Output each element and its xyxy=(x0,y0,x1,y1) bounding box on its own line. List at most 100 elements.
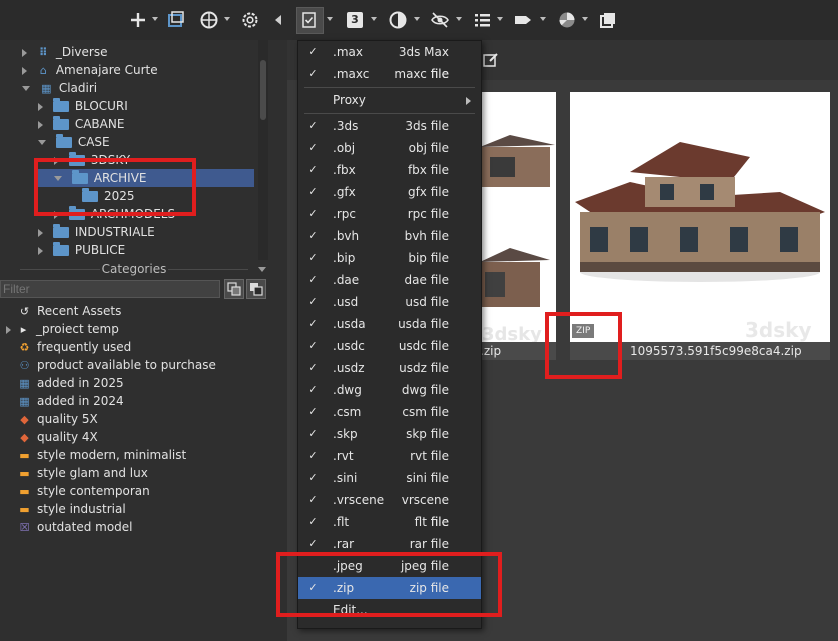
checklist-dropdown-caret[interactable] xyxy=(327,17,333,21)
menu-item-fbx[interactable]: ✓ .fbx fbx file xyxy=(298,159,481,181)
menu-item-rpc[interactable]: ✓ .rpc rpc file xyxy=(298,203,481,225)
category-item[interactable]: ◆ quality 5X xyxy=(18,410,98,428)
menu-item-vrscene[interactable]: ✓ .vrscene vrscene file xyxy=(298,489,481,529)
tree-item-cabane[interactable]: CABANE xyxy=(38,115,124,133)
menu-item-dae[interactable]: ✓ .dae dae file xyxy=(298,269,481,291)
list-dropdown-caret[interactable] xyxy=(497,17,503,21)
menu-item-description: bip file xyxy=(408,251,449,265)
category-item[interactable]: ◆ quality 4X xyxy=(18,428,97,446)
pie-icon[interactable] xyxy=(557,10,577,30)
category-item[interactable]: ▦ added in 2024 xyxy=(18,392,123,410)
tag-icon[interactable] xyxy=(513,10,533,30)
category-label: frequently used xyxy=(37,340,132,354)
plus-icon[interactable] xyxy=(128,10,148,30)
category-item[interactable]: ▬ style glam and lux xyxy=(18,464,148,482)
edit-icon[interactable] xyxy=(483,52,499,68)
expand-arrow-icon[interactable] xyxy=(6,325,11,334)
menu-item-sini[interactable]: ✓ .sini sini file xyxy=(298,467,481,489)
plus-dropdown-caret[interactable] xyxy=(152,17,158,21)
expand-arrow-icon[interactable] xyxy=(22,66,27,75)
tree-item-publice[interactable]: PUBLICE xyxy=(38,241,125,259)
menu-item-bip[interactable]: ✓ .bip bip file xyxy=(298,247,481,269)
filter-option-button-2[interactable] xyxy=(246,279,266,299)
half-circle-icon[interactable] xyxy=(388,10,408,30)
half-circle-dropdown-caret[interactable] xyxy=(414,17,420,21)
checklist-button[interactable] xyxy=(296,7,324,34)
category-item[interactable]: ▬ style contemporan xyxy=(18,482,149,500)
menu-item-3ds[interactable]: ✓ .3ds 3ds file xyxy=(298,115,481,137)
asset-thumbnail[interactable]: 3dsky xyxy=(480,92,556,345)
menu-item-flt[interactable]: ✓ .flt flt file xyxy=(298,511,481,533)
menu-item-usdc[interactable]: ✓ .usdc usdc file xyxy=(298,335,481,357)
category-item[interactable]: ▬ style industrial xyxy=(18,500,125,518)
checkmark-icon: ✓ xyxy=(308,449,318,462)
tree-item-case[interactable]: CASE xyxy=(38,133,110,151)
category-item[interactable]: ▬ style modern, minimalist xyxy=(18,446,186,464)
tree-item-label: INDUSTRIALE xyxy=(74,225,155,239)
gear-icon[interactable] xyxy=(240,10,260,30)
scroll-thumb[interactable] xyxy=(260,60,266,120)
tree-item-diverse[interactable]: ⠿ _Diverse xyxy=(22,43,107,61)
expand-arrow-icon[interactable] xyxy=(22,48,27,57)
menu-item-gfx[interactable]: ✓ .gfx gfx file xyxy=(298,181,481,203)
collapse-arrow-icon[interactable] xyxy=(38,140,46,145)
checkmark-icon: ✓ xyxy=(308,361,318,374)
globe-dropdown-caret[interactable] xyxy=(224,17,230,21)
menu-item-dwg[interactable]: ✓ .dwg dwg file xyxy=(298,379,481,401)
tag-dropdown-caret[interactable] xyxy=(540,17,546,21)
panel-collapse-icon[interactable] xyxy=(258,267,266,272)
category-item[interactable]: ▦ added in 2025 xyxy=(18,374,123,392)
menu-item-extension: Proxy xyxy=(333,93,366,107)
menu-item-extension: .fbx xyxy=(333,163,356,177)
category-label: quality 5X xyxy=(37,412,98,426)
menu-item-max[interactable]: ✓ .max 3ds Max file xyxy=(298,41,481,81)
number-badge-icon[interactable]: 3 xyxy=(345,10,365,30)
menu-item-maxc[interactable]: ✓ .maxc maxc file xyxy=(298,63,481,85)
menu-item-description: csm file xyxy=(402,405,449,419)
asset-thumbnail[interactable]: 3dsky ZIP xyxy=(570,92,830,342)
menu-item-usda[interactable]: ✓ .usda usda file xyxy=(298,313,481,335)
highlight-box-zip-badge xyxy=(545,312,622,379)
tree-item-industriale[interactable]: INDUSTRIALE xyxy=(38,223,155,241)
hidden-eye-icon[interactable] xyxy=(430,10,450,30)
category-item[interactable]: ☒ outdated model xyxy=(18,518,133,536)
menu-item-bvh[interactable]: ✓ .bvh bvh file xyxy=(298,225,481,247)
list-icon[interactable] xyxy=(472,10,492,30)
menu-item-usdz[interactable]: ✓ .usdz usdz file xyxy=(298,357,481,379)
sofa-icon: ▬ xyxy=(19,503,30,516)
menu-item-proxy[interactable]: Proxy xyxy=(298,89,481,111)
window-icon[interactable] xyxy=(166,10,186,30)
expand-arrow-icon[interactable] xyxy=(38,102,43,111)
tree-scrollbar[interactable] xyxy=(258,40,268,260)
expand-arrow-icon[interactable] xyxy=(38,120,43,129)
category-item[interactable]: ⚇ product available to purchase xyxy=(18,356,216,374)
category-filter-input[interactable] xyxy=(0,280,220,298)
category-item[interactable]: ▸ _proiect temp xyxy=(6,320,119,338)
badge-dropdown-caret[interactable] xyxy=(371,17,377,21)
checkmark-icon: ✓ xyxy=(308,471,318,484)
menu-item-obj[interactable]: ✓ .obj obj file xyxy=(298,137,481,159)
tree-item-blocuri[interactable]: BLOCURI xyxy=(38,97,128,115)
menu-item-skp[interactable]: ✓ .skp skp file xyxy=(298,423,481,445)
menu-item-description: fbx file xyxy=(407,163,449,177)
tree-item-amenajare-curte[interactable]: ⌂ Amenajare Curte xyxy=(22,61,158,79)
category-item[interactable]: ↺ Recent Assets xyxy=(18,302,121,320)
category-item[interactable]: ♻ frequently used xyxy=(18,338,132,356)
category-label: product available to purchase xyxy=(37,358,216,372)
globe-icon[interactable] xyxy=(199,10,219,30)
menu-item-csm[interactable]: ✓ .csm csm file xyxy=(298,401,481,423)
eye-dropdown-caret[interactable] xyxy=(456,17,462,21)
filter-option-button-1[interactable] xyxy=(224,279,244,299)
collapse-arrow-icon[interactable] xyxy=(22,86,30,91)
copy-icon[interactable] xyxy=(598,10,618,30)
pie-dropdown-caret[interactable] xyxy=(582,17,588,21)
checkmark-icon: ✓ xyxy=(308,493,318,506)
tree-item-cladiri[interactable]: ▦ Cladiri xyxy=(22,79,97,97)
collapse-left-icon[interactable] xyxy=(275,15,281,25)
menu-item-usd[interactable]: ✓ .usd usd file xyxy=(298,291,481,313)
expand-arrow-icon[interactable] xyxy=(38,228,43,237)
x-box-icon: ☒ xyxy=(19,521,30,534)
menu-item-rvt[interactable]: ✓ .rvt rvt file xyxy=(298,445,481,467)
expand-arrow-icon[interactable] xyxy=(38,246,43,255)
menu-item-extension: .rpc xyxy=(333,207,356,221)
